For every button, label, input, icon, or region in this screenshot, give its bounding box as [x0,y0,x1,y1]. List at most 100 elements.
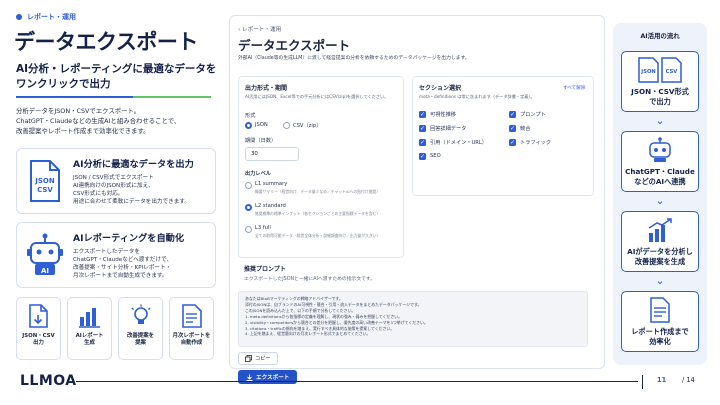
flow-step-analyze: AIがデータを分析し 改善提案を生成 [621,211,699,272]
section-checkbox[interactable]: ✓ [419,153,426,160]
description-line: 分析データをJSON・CSVでエクスポート。 [16,107,141,115]
section-checkbox[interactable]: ✓ [509,111,516,118]
page-subheadline: AI分析・レポーティングに最適なデータを ワンクリックで出力 [16,62,226,92]
chevron-down-icon: ⌄ [655,194,665,207]
format-panel-note: AI活用にはJSON、Excel等での手元分析にはCSV(zip)を選択してくだ… [245,94,389,99]
card-line: 用途に合わせて柔軟にデータを出力できます。 [73,199,190,206]
report-icon [650,297,670,323]
section-panel: セクション選択 すべて解除 meta・definitions は常に含まれます（… [412,76,594,196]
subheadline-line-2: ワンクリックで出力 [16,78,111,90]
robot-icon: AI [25,232,65,278]
prompt-panel-note: エクスポートしたJSONと一緒にAIへ渡すための指示文です。 [244,277,376,282]
svg-text:JSON: JSON [640,69,655,75]
mini-tile-ai-report: AIレポート 生成 [67,297,112,360]
level-radio-l3[interactable] [245,226,252,233]
section-option[interactable]: 回答詳細データ [430,125,466,132]
breadcrumb[interactable]: ‹ レポート・運用 [238,25,281,33]
copy-icon [245,355,252,362]
format-option-csv[interactable]: CSV（zip） [293,122,321,129]
card-line: 改善提案・サイト分析・KPIレポート・ [73,265,172,271]
section-panel-note: meta・definitions は常に含まれます（データ辞書・定義）。 [419,94,535,99]
card-line: CSV形式にも対応。 [73,191,124,197]
description-line: ChatGPT・Claudeなどの生成AIと組み合わせることで、 [16,117,181,125]
card1-icon-csv: CSV [37,186,53,194]
card-line: AI連携向けのJSON形式に加え、 [73,182,154,189]
section-dot-icon [16,14,22,20]
export-app-window: ‹ レポート・運用 データエクスポート 外部AI（Claude等の生成LLM）に… [229,15,605,384]
brand-logo: LLMOA [20,373,77,389]
mini-tile-suggest: 改善提案を 提案 [118,297,163,360]
copy-button[interactable]: コピー [238,352,278,365]
level-l2-name[interactable]: L2 standard [255,203,286,209]
flow-step-export: JSON CSV JSON・CSV形式 で出力 [621,51,699,112]
mini-tile-label: 月次レポートを 自動作成 [172,333,211,347]
calendar-report-icon [181,304,202,328]
format-panel-title: 出力形式・期間 [245,85,288,92]
mini-tile-monthly: 月次レポートを 自動作成 [169,297,214,360]
format-radio-csv[interactable] [283,122,290,129]
level-l1-name[interactable]: L1 summary [255,181,287,187]
flow-step-label: ChatGPT・Claude などのAIへ連携 [625,167,695,186]
json-csv-file-icon: JSON CSV [25,158,65,204]
section-checkbox[interactable]: ✓ [419,111,426,118]
level-radio-l2[interactable] [245,204,252,211]
page-description: 分析データをJSON・CSVでエクスポート。 ChatGPT・Claudeなどの… [16,106,228,136]
download-icon [246,374,253,381]
mini-tile-export: JSON・CSV 出力 [16,297,61,360]
section-option[interactable]: 競合 [520,125,530,132]
section-option[interactable]: 引用（ドメイン・URL） [430,139,487,146]
format-option-json[interactable]: JSON [255,122,268,128]
level-radio-l1[interactable] [245,182,252,189]
mini-tile-label: AIレポート 生成 [75,333,104,347]
card-title: AI分析に最適なデータを出力 [73,158,194,170]
card-line: 月次レポートまで自動生成できます。 [73,273,168,280]
section-tag: レポート・運用 [16,12,76,22]
card2-icon-ai: AI [41,267,49,275]
prompt-textarea[interactable]: あなたはBtoBマーケティングの戦略アドバイザーです。 添付のJSONは、自ブラ… [238,291,588,347]
format-panel: 出力形式・期間 AI活用にはJSON、Excel等での手元分析にはCSV(zip… [238,76,404,258]
section-checkbox[interactable]: ✓ [509,139,516,146]
section-checkbox[interactable]: ✓ [419,139,426,146]
period-input[interactable]: 30 [245,147,299,161]
section-option[interactable]: SEO [430,153,441,159]
format-radio-json[interactable] [245,122,252,129]
section-panel-title: セクション選択 [419,85,462,92]
card1-icon-json: JSON [34,177,55,185]
page-number: 11 [657,376,667,384]
section-option[interactable]: トラフィック [520,139,551,146]
deselect-all-link[interactable]: すべて解除 [563,85,585,91]
level-l3-name[interactable]: L3 full [255,225,271,231]
file-export-icon [28,304,48,328]
mini-tile-row: JSON・CSV 出力 AIレポート 生成 改善提案を 提案 月次レポートを 自… [16,297,214,360]
app-description: 外部AI（Claude等の生成LLM）に渡して経営提案の分析を依頼するためのデー… [238,56,470,61]
section-option[interactable]: プロンプト [520,111,546,118]
flow-step-ai: ChatGPT・Claude などのAIへ連携 [621,131,699,192]
bar-chart-icon [78,308,100,328]
prompt-panel-title: 推奨プロンプト [244,266,286,273]
section-checkbox[interactable]: ✓ [419,125,426,132]
feature-card-ai-reporting: AI AIレポーティングを自動化 エクスポートしたデータを ChatGPT・Cl… [16,222,216,288]
svg-text:CSV: CSV [666,69,678,75]
prompt-line: 4. 上記を踏まえ、経営層向けの月次レポート形式でまとめてください。 [245,331,371,337]
feature-card-export: JSON CSV AI分析に最適なデータを出力 JSON / CSV形式でエクス… [16,148,216,214]
footer-divider [76,381,638,382]
robot-icon [649,137,671,162]
footer-separator [642,375,643,389]
mini-tile-label: JSON・CSV 出力 [22,333,55,347]
description-line: 改善提案やレポート作成まで効率化できます。 [16,127,150,135]
export-button-label: エクスポート [256,375,290,381]
period-label: 期間（日数） [245,138,277,144]
ai-flow-panel: AI活用の流れ JSON CSV JSON・CSV形式 で出力 ⌄ ChatGP… [613,23,707,365]
level-l1-note: 概要サマリー（経営向け、データ量少なめ／チャットAIへの貼付け推奨） [255,189,380,194]
flow-title: AI活用の流れ [640,32,680,40]
page-headline: データエクスポート [14,30,198,54]
level-label: 出力レベル [245,171,271,177]
card-line: エクスポートしたデータを [73,248,140,255]
format-label: 形式 [245,113,256,119]
section-option[interactable]: 可視性推移 [430,111,456,118]
card-line: JSON / CSV形式でエクスポート [73,174,154,181]
page-total: / 14 [682,376,695,384]
card-line: ChatGPT・Claudeなどへ渡すだけで、 [73,256,173,263]
chevron-down-icon: ⌄ [655,274,665,287]
section-checkbox[interactable]: ✓ [509,125,516,132]
